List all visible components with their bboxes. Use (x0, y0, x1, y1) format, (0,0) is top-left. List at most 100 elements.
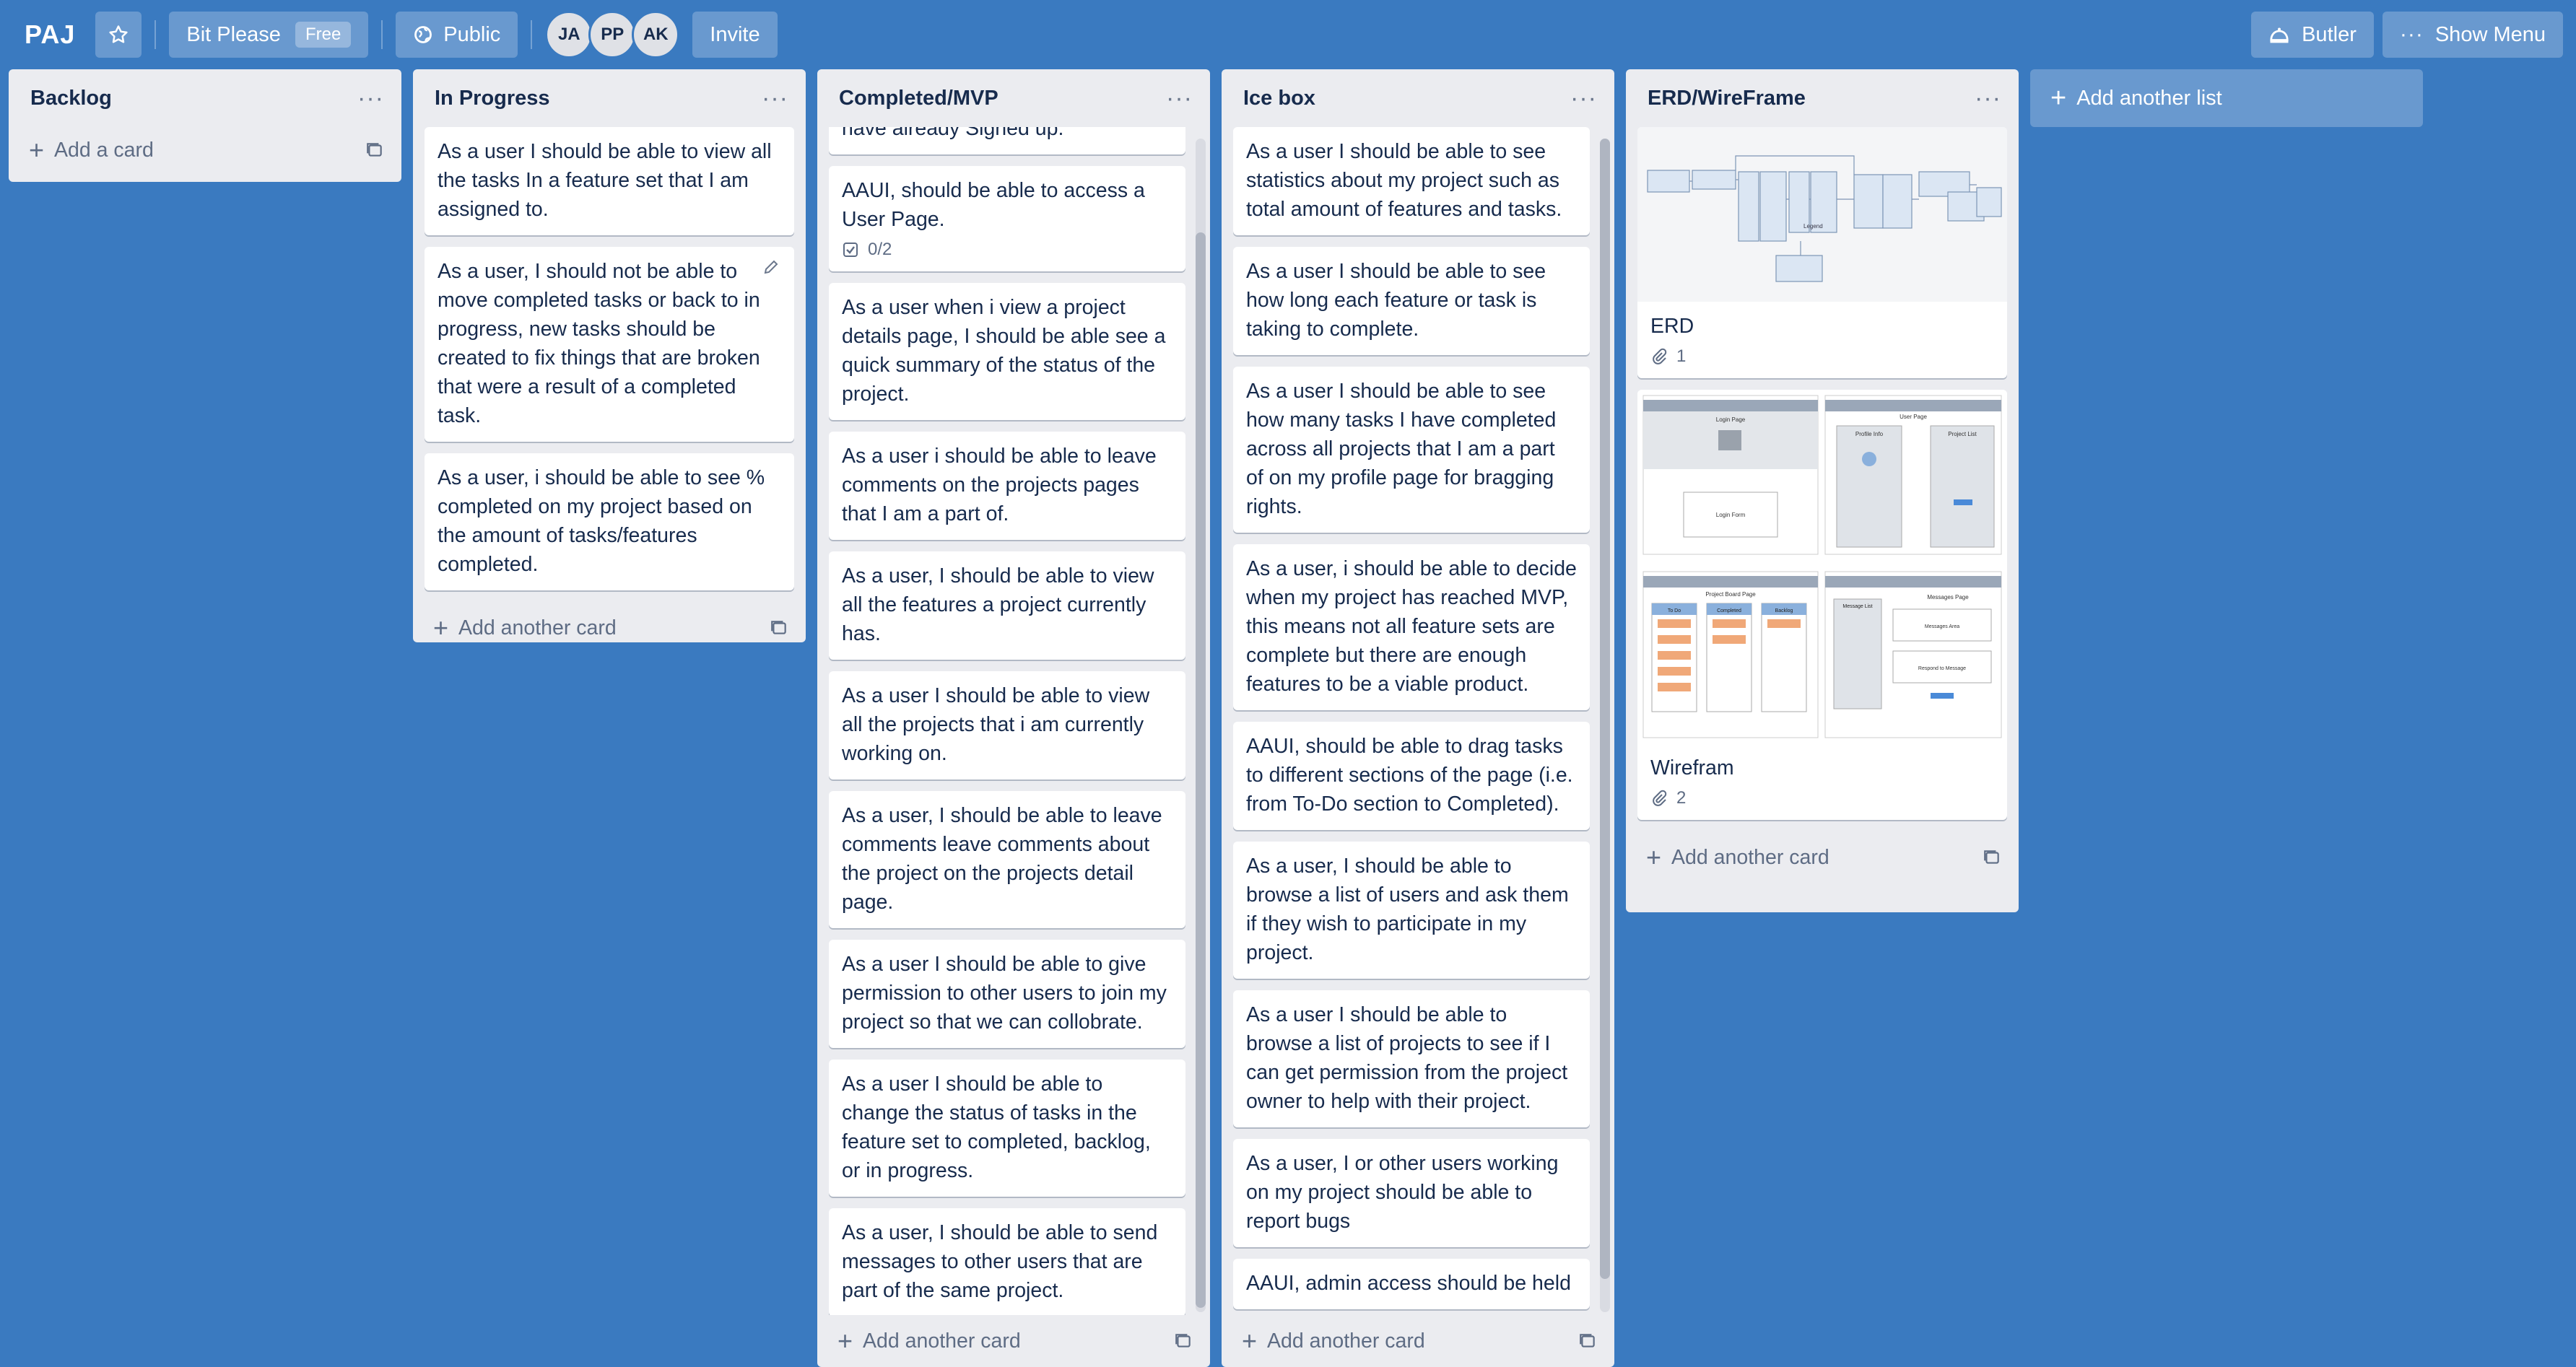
list-menu-icon[interactable]: ··· (762, 84, 788, 113)
board-name[interactable]: PAJ (25, 19, 75, 50)
plus-icon: + (433, 613, 449, 642)
card-title: AAUI, admin access should be held (1246, 1272, 1571, 1295)
team-button[interactable]: Bit Please Free (169, 12, 369, 58)
attachment-count: 1 (1676, 346, 1687, 366)
add-card-button[interactable]: + Add another card (413, 602, 806, 654)
butler-label: Butler (2302, 22, 2357, 46)
avatar[interactable]: JA (545, 11, 593, 58)
wf-completed-label: Completed (1717, 608, 1741, 613)
list-scrollbar[interactable] (1600, 139, 1610, 1312)
list-title[interactable]: Ice box (1243, 87, 1570, 110)
pencil-icon[interactable] (762, 258, 780, 276)
add-list-button[interactable]: + Add another list (2030, 69, 2423, 127)
card-template-icon[interactable] (365, 141, 384, 160)
card-title: AAUI, should be able to drag tasks to di… (1246, 735, 1573, 816)
add-card-button[interactable]: + Add another card (1626, 831, 2019, 883)
card-title: As a user I should be able to see statis… (1246, 140, 1562, 221)
card-list: As a user I should be able to see statis… (1222, 127, 1614, 1315)
card[interactable]: As a user I should be able to browse a l… (1233, 990, 1590, 1127)
list-menu-icon[interactable]: ··· (357, 84, 384, 113)
card-title: As a user I should be able to view all t… (842, 684, 1150, 765)
list-title[interactable]: In Progress (435, 87, 762, 110)
add-card-button[interactable]: + Add another card (817, 1315, 1210, 1367)
add-card-button[interactable]: + Add a card (9, 127, 401, 173)
card[interactable]: As a user I should be able to see how lo… (1233, 247, 1590, 355)
scrollbar-thumb[interactable] (1600, 139, 1610, 1279)
scrollbar-thumb[interactable] (1196, 232, 1206, 1308)
card-title: As a user I should be able to change the… (842, 1073, 1151, 1182)
list-title[interactable]: Backlog (30, 87, 357, 110)
plus-icon: + (1242, 1326, 1258, 1355)
list-backlog: Backlog ··· + Add a card (9, 69, 401, 182)
card-title: As a user, i should be able to see % com… (438, 466, 765, 576)
card-wireframe[interactable]: Login Page Login Form User Page Profile … (1637, 390, 2007, 820)
attachment-badge: 2 (1650, 788, 1994, 808)
show-menu-button[interactable]: ··· Show Menu (2382, 12, 2563, 58)
list-erd-wireframe: ERD/WireFrame ··· Legend ERD 1 Login Pag… (1626, 69, 2019, 912)
add-card-label: Add another card (458, 616, 617, 639)
wf-messages-page-label: Messages Page (1927, 594, 1969, 600)
card[interactable]: As a user I should be able to view all t… (829, 671, 1185, 779)
card-template-icon[interactable] (1578, 1332, 1597, 1350)
card[interactable]: As a user, i should be able to decide wh… (1233, 544, 1590, 710)
list-completed-mvp: Completed/MVP ··· have already Signed up… (817, 69, 1210, 1367)
plus-icon: + (1646, 842, 1662, 872)
card-title: As a user, I or other users working on m… (1246, 1152, 1559, 1233)
card[interactable]: As a user, I should be able to leave com… (829, 791, 1185, 928)
list-title[interactable]: ERD/WireFrame (1648, 87, 1975, 110)
card[interactable]: As a user i should be able to leave comm… (829, 432, 1185, 540)
card-title: ERD (1650, 315, 1694, 338)
card-template-icon[interactable] (1983, 848, 2001, 867)
card[interactable]: As a user I should be able to view all t… (425, 127, 794, 235)
checklist-count: 0/2 (868, 240, 892, 259)
card-title: Wirefram (1650, 756, 1734, 779)
card-template-icon[interactable] (1174, 1332, 1193, 1350)
avatar[interactable]: PP (588, 11, 637, 58)
header-right: Butler ··· Show Menu (2242, 12, 2563, 58)
card[interactable]: have already Signed up. (829, 127, 1185, 154)
header-divider (381, 20, 383, 49)
erd-diagram-thumbnail: Legend (1637, 127, 2007, 302)
card[interactable]: As a user, I should not be able to move … (425, 247, 794, 442)
card-template-icon[interactable] (770, 619, 788, 637)
add-card-button[interactable]: + Add another card (1222, 1315, 1614, 1367)
star-button[interactable] (95, 12, 142, 58)
wf-respond-label: Respond to Message (1918, 666, 1966, 671)
card[interactable]: As a user when i view a project details … (829, 283, 1185, 420)
add-card-label: Add a card (54, 138, 154, 162)
card-erd[interactable]: Legend ERD 1 (1637, 127, 2007, 378)
card-list: Legend ERD 1 Login Page Login Form User … (1626, 127, 2019, 831)
card[interactable]: As a user, I should be able to send mess… (829, 1208, 1185, 1315)
attachment-count: 2 (1676, 788, 1687, 808)
list-menu-icon[interactable]: ··· (1975, 84, 2001, 113)
card[interactable]: As a user, i should be able to see % com… (425, 453, 794, 590)
card-body: ERD 1 (1637, 302, 2007, 378)
list-menu-icon[interactable]: ··· (1570, 84, 1597, 113)
checklist-icon (843, 243, 858, 257)
list-scrollbar[interactable] (1196, 139, 1206, 1312)
card[interactable]: As a user I should be able to see statis… (1233, 127, 1590, 235)
list-header: Ice box ··· (1222, 69, 1614, 127)
visibility-button[interactable]: Public (396, 12, 518, 58)
wf-project-list-label: Project List (1948, 431, 1977, 437)
card-title: As a user I should be able to view all t… (438, 140, 772, 221)
card[interactable]: As a user I should be able to change the… (829, 1060, 1185, 1197)
list-title[interactable]: Completed/MVP (839, 87, 1166, 110)
list-menu-icon[interactable]: ··· (1166, 84, 1193, 113)
card[interactable]: AAUI, should be able to access a User Pa… (829, 166, 1185, 271)
card[interactable]: As a user I should be able to see how ma… (1233, 367, 1590, 533)
card[interactable]: As a user, I should be able to browse a … (1233, 842, 1590, 979)
wf-profile-info-label: Profile Info (1855, 431, 1884, 437)
butler-button[interactable]: Butler (2251, 12, 2374, 58)
invite-button[interactable]: Invite (692, 12, 778, 58)
card[interactable]: As a user, I or other users working on m… (1233, 1139, 1590, 1247)
card[interactable]: AAUI, admin access should be held (1233, 1259, 1590, 1309)
card-title: As a user I should be able to see how lo… (1246, 260, 1546, 341)
card[interactable]: As a user I should be able to give permi… (829, 940, 1185, 1048)
wf-message-area-label: Messages Area (1925, 624, 1959, 629)
avatar[interactable]: AK (632, 11, 680, 58)
card-title: As a user, I should be able to browse a … (1246, 855, 1569, 964)
card[interactable]: AAUI, should be able to drag tasks to di… (1233, 722, 1590, 830)
card[interactable]: As a user, I should be able to view all … (829, 551, 1185, 660)
team-plan-badge: Free (295, 22, 352, 48)
